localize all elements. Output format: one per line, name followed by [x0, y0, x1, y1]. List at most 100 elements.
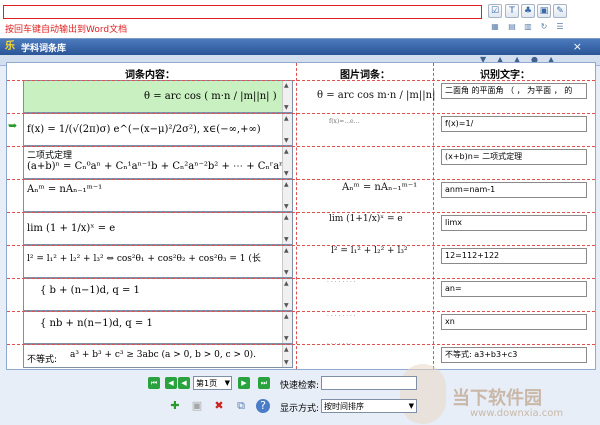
entry-formula: a³ + b³ + c³ ≥ 3abc (a > 0, b > 0, c > 0…	[70, 350, 256, 360]
row-divider	[7, 80, 595, 81]
column-divider	[433, 63, 434, 369]
row-divider	[7, 245, 595, 246]
entry-formula: { b + (n−1)d, q = 1	[40, 285, 140, 296]
list-item[interactable]: { nb + n(n−1)d, q = 1 ▲ ▼	[23, 311, 293, 344]
edit-icon[interactable]: ✎	[553, 4, 567, 18]
row-scrollbar[interactable]: ▲ ▼	[282, 180, 292, 211]
chevron-down-icon: ▼	[224, 379, 230, 387]
row-divider	[7, 113, 595, 114]
row-scrollbar[interactable]: ▲ ▼	[282, 312, 292, 343]
list-item[interactable]: 二项式定理 (a+b)ⁿ = Cₙ⁰aⁿ + Cₙ¹aⁿ⁻¹b + Cₙ²aⁿ⁻…	[23, 146, 293, 179]
image-entry[interactable]: lim (1+1/x)ˣ = e	[329, 214, 403, 224]
list-item[interactable]: l² = l₁² + l₂² + l₃² ⇔ cos²θ₁ + cos²θ₂ +…	[23, 245, 293, 278]
image-entry[interactable]: Aₙᵐ = nAₙ₋₁ᵐ⁻¹	[342, 182, 417, 193]
recognized-text[interactable]: 二面角 的平面角 （ ， 为平面 ， 的	[441, 83, 587, 99]
list-item[interactable]: f(x) = 1/(√(2π)σ) e^(−(x−μ)²/2σ²), x∈(−∞…	[23, 113, 293, 146]
search-label: 快速检索:	[280, 381, 320, 391]
image-entry[interactable]: l² = l₁² + l₂² + l₃²	[331, 246, 408, 256]
display-mode-select[interactable]: 按时间排序 ▼	[321, 399, 417, 413]
list-item[interactable]: lim (1 + 1/x)ˣ = e ▲ ▼	[23, 212, 293, 245]
watermark-logo	[400, 364, 446, 424]
text-tool-icon[interactable]: T	[505, 4, 519, 18]
prev-page-button[interactable]: ◀	[165, 377, 177, 389]
entry-formula: Aₙᵐ = nAₙ₋₁ᵐ⁻¹	[27, 184, 103, 195]
list-icon[interactable]: ☰	[553, 21, 567, 33]
image-entry[interactable]: θ = arc cos m·n / |m||n|	[317, 90, 435, 101]
image-entry-placeholder[interactable]: · · · · · · · ·	[327, 279, 356, 286]
recognized-text[interactable]: 不等式: a3+b3+c3	[441, 347, 587, 363]
image-column-header: 图片词条：	[340, 70, 390, 81]
check-icon[interactable]: ☑	[488, 4, 502, 18]
tree-icon[interactable]: ♣	[521, 4, 535, 18]
app-logo-icon: 乐	[5, 41, 15, 52]
add-icon[interactable]: ✚	[168, 399, 182, 413]
window-title: 学科词条库	[21, 44, 67, 54]
entry-formula: l² = l₁² + l₂² + l₃² ⇔ cos²θ₁ + cos²θ₂ +…	[27, 254, 261, 264]
watermark-url: www.downxia.com	[470, 408, 564, 419]
entry-formula: θ = arc cos ( m·n / |m||n| )	[144, 91, 277, 102]
entry-column-header: 词条内容：	[125, 70, 175, 81]
input-hint: 按回车键自动输出到Word文档	[5, 25, 128, 35]
row-scrollbar[interactable]: ▲ ▼	[282, 213, 292, 244]
row-divider	[7, 179, 595, 180]
selected-row-arrow-icon: ➥	[8, 119, 18, 132]
recognized-text[interactable]: f(x)=1/	[441, 116, 587, 132]
grid-icon[interactable]: ▦	[488, 21, 502, 33]
recognized-text[interactable]: 12=112+122	[441, 248, 587, 264]
entry-label: 不等式:	[27, 355, 58, 365]
save-icon[interactable]: ▣	[190, 399, 204, 413]
recognized-text[interactable]: limx	[441, 215, 587, 231]
row-scrollbar[interactable]: ▲ ▼	[282, 279, 292, 310]
list-item[interactable]: θ = arc cos ( m·n / |m||n| ) ▲ ▼	[23, 80, 293, 113]
image-entry[interactable]: f(x)=...e...	[329, 118, 359, 125]
row-scrollbar[interactable]: ▲ ▼	[282, 114, 292, 145]
image-entry-placeholder[interactable]: · · · · · · · ·	[327, 313, 356, 320]
display-mode-label: 显示方式:	[280, 404, 320, 414]
window-titlebar: 乐 学科词条库 ×	[0, 39, 600, 55]
help-icon[interactable]: ?	[256, 399, 270, 413]
list-item[interactable]: 不等式: a³ + b³ + c³ ≥ 3abc (a > 0, b > 0, …	[23, 344, 293, 368]
list-item[interactable]: { b + (n−1)d, q = 1 ▲ ▼	[23, 278, 293, 311]
images-icon[interactable]: ▣	[537, 4, 551, 18]
row-divider	[7, 278, 595, 279]
page-select[interactable]: 第1页 ▼	[193, 376, 232, 390]
last-page-button[interactable]: ⏭	[258, 377, 270, 389]
formula-input[interactable]	[3, 5, 482, 19]
refresh-icon[interactable]: ↻	[537, 21, 551, 33]
chevron-down-icon: ▼	[408, 402, 414, 410]
chart-icon[interactable]: ▥	[521, 21, 535, 33]
entry-grid: 词条内容： 图片词条： 识别文字： ➥ θ = arc cos ( m·n / …	[6, 62, 596, 370]
first-page-button[interactable]: ⏮	[148, 377, 160, 389]
recognized-text[interactable]: anm=nam-1	[441, 182, 587, 198]
page-icon[interactable]: ◀	[178, 377, 190, 389]
close-button[interactable]: ×	[573, 40, 582, 53]
row-scrollbar[interactable]: ▲ ▼	[282, 345, 292, 367]
entry-formula: (a+b)ⁿ = Cₙ⁰aⁿ + Cₙ¹aⁿ⁻¹b + Cₙ²aⁿ⁻²b² + …	[27, 161, 292, 172]
row-scrollbar[interactable]: ▲ ▼	[282, 147, 292, 178]
recognized-column-header: 识别文字：	[480, 70, 530, 81]
recognized-text[interactable]: xn	[441, 314, 587, 330]
display-mode-value: 按时间排序	[324, 402, 364, 411]
entry-label: 二项式定理	[27, 151, 73, 161]
next-page-button[interactable]: ▶	[238, 377, 250, 389]
row-scrollbar[interactable]: ▲ ▼	[282, 81, 292, 112]
list-item[interactable]: Aₙᵐ = nAₙ₋₁ᵐ⁻¹ ▲ ▼	[23, 179, 293, 212]
table-icon[interactable]: ▤	[505, 21, 519, 33]
library-window: 乐 学科词条库 × ▼ ▲ ▲ ● ▲ 词条内容： 图片词条： 识别文字： ➥ …	[0, 38, 600, 425]
recognized-text[interactable]: (x+b)n= 二项式定理	[441, 149, 587, 165]
entry-formula: lim (1 + 1/x)ˣ = e	[27, 223, 116, 234]
delete-icon[interactable]: ✖	[212, 399, 226, 413]
row-divider	[7, 146, 595, 147]
row-divider	[7, 344, 595, 345]
row-scrollbar[interactable]: ▲ ▼	[282, 246, 292, 277]
entry-formula: f(x) = 1/(√(2π)σ) e^(−(x−μ)²/2σ²), x∈(−∞…	[27, 124, 261, 135]
row-divider	[7, 212, 595, 213]
search-input[interactable]	[321, 376, 417, 390]
watermark-brand: 当下软件园	[452, 388, 542, 409]
copy-icon[interactable]: ⧉	[234, 399, 248, 413]
entry-formula: { nb + n(n−1)d, q = 1	[40, 318, 153, 329]
top-input-bar: 按回车键自动输出到Word文档 ☑ T ♣ ▣ ✎ ▦ ▤ ▥ ↻ ☰	[0, 0, 600, 38]
page-select-value: 第1页	[196, 379, 218, 388]
row-divider	[7, 311, 595, 312]
recognized-text[interactable]: an=	[441, 281, 587, 297]
